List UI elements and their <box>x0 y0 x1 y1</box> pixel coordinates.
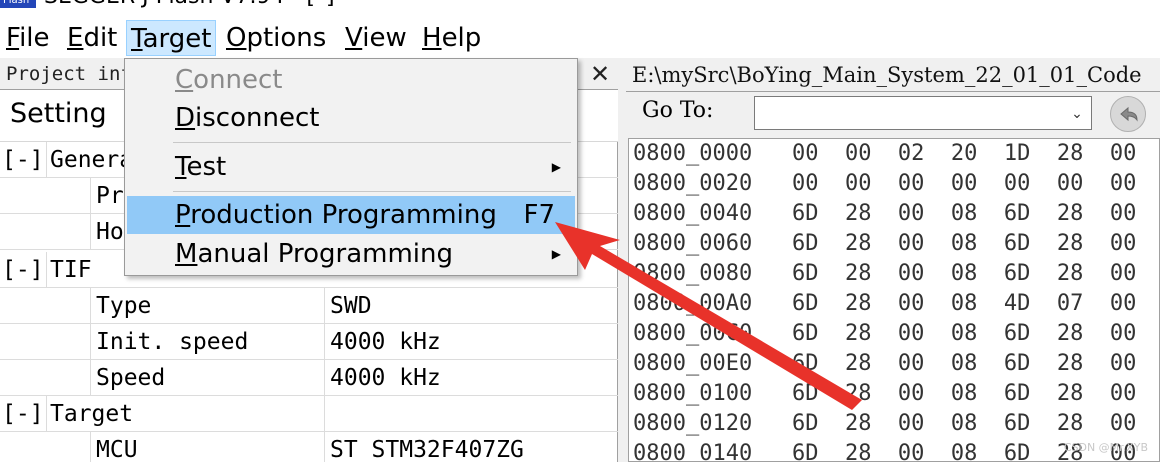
annotation-arrow <box>555 222 862 410</box>
watermark: CSDN @Mr.XYB <box>1063 441 1148 454</box>
red-arrow-shape <box>555 222 862 410</box>
